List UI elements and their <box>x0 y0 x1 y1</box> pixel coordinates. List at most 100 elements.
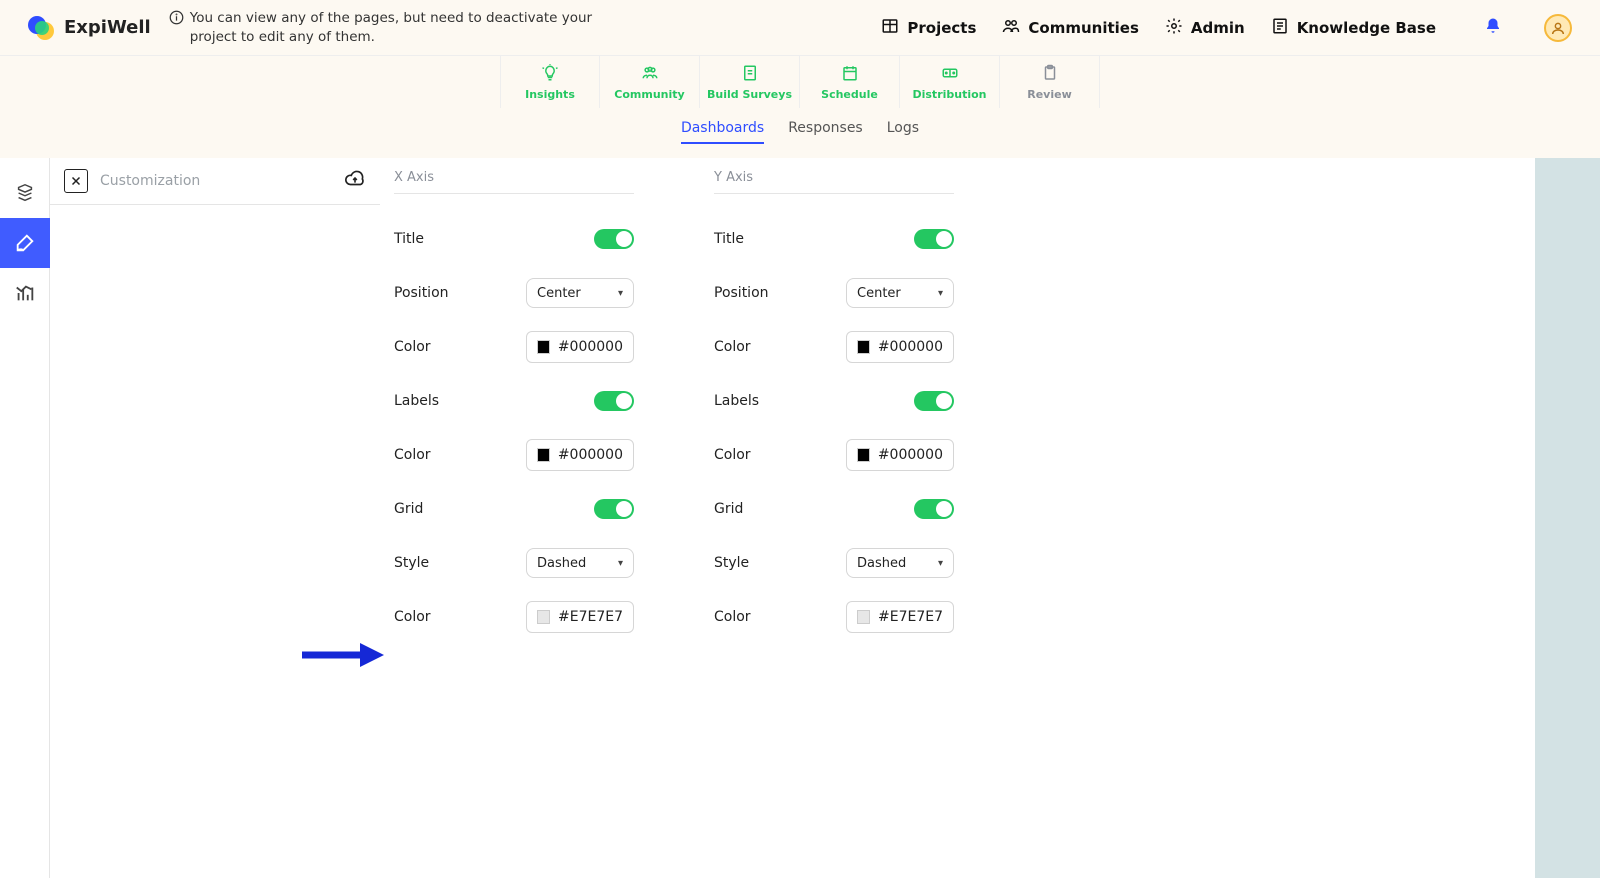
y-labels-color-row: Color #000000 <box>714 428 954 482</box>
y-labels-label: Labels <box>714 393 759 409</box>
y-labels-toggle[interactable] <box>914 391 954 411</box>
user-avatar[interactable] <box>1544 14 1572 42</box>
sidebar-customize[interactable] <box>0 218 50 268</box>
x-title-color-row: Color #000000 <box>394 320 634 374</box>
x-labels-row: Labels <box>394 374 634 428</box>
subtab-responses[interactable]: Responses <box>788 114 863 144</box>
tab-community[interactable]: Community <box>600 56 700 108</box>
nav-communities[interactable]: Communities <box>1002 17 1139 39</box>
admin-icon <box>1165 17 1183 39</box>
tab-insights[interactable]: Insights <box>500 56 600 108</box>
swatch-icon <box>537 448 550 462</box>
x-grid-color-input[interactable]: #E7E7E7 <box>526 601 634 633</box>
nav-communities-label: Communities <box>1028 19 1139 37</box>
review-icon <box>1041 64 1059 86</box>
caret-down-icon: ▾ <box>938 288 943 299</box>
y-grid-toggle[interactable] <box>914 499 954 519</box>
y-labels-color-value: #000000 <box>878 447 943 463</box>
x-position-label: Position <box>394 285 449 301</box>
notifications-icon[interactable] <box>1484 17 1502 39</box>
y-style-select[interactable]: Dashed▾ <box>846 548 954 578</box>
y-grid-color-input[interactable]: #E7E7E7 <box>846 601 954 633</box>
nav-knowledge-base[interactable]: Knowledge Base <box>1271 17 1436 39</box>
y-grid-color-value: #E7E7E7 <box>878 609 943 625</box>
x-labels-toggle[interactable] <box>594 391 634 411</box>
nav-projects[interactable]: Projects <box>881 17 976 39</box>
x-position-select[interactable]: Center ▾ <box>526 278 634 308</box>
swatch-icon <box>537 610 550 624</box>
swatch-icon <box>857 610 870 624</box>
x-grid-color-value: #E7E7E7 <box>558 609 623 625</box>
cloud-upload-icon[interactable] <box>344 168 366 194</box>
tab-distribution-label: Distribution <box>912 88 986 101</box>
swatch-icon <box>857 340 870 354</box>
project-tabs: Insights Community Build Surveys Schedul… <box>0 56 1600 108</box>
caret-down-icon: ▾ <box>618 288 623 299</box>
x-title-color-input[interactable]: #000000 <box>526 331 634 363</box>
close-customization-button[interactable] <box>64 169 88 193</box>
tab-review[interactable]: Review <box>1000 56 1100 108</box>
nav-admin[interactable]: Admin <box>1165 17 1245 39</box>
nav-projects-label: Projects <box>907 19 976 37</box>
y-title-color-input[interactable]: #000000 <box>846 331 954 363</box>
tab-community-label: Community <box>614 88 684 101</box>
y-title-row: Title <box>714 212 954 266</box>
nav-admin-label: Admin <box>1191 19 1245 37</box>
sidebar-analytics[interactable] <box>0 268 50 318</box>
x-axis-header: X Axis <box>394 158 634 194</box>
schedule-icon <box>841 64 859 86</box>
x-style-value: Dashed <box>537 556 586 571</box>
x-labels-color-value: #000000 <box>558 447 623 463</box>
y-grid-color-row: Color #E7E7E7 <box>714 590 954 644</box>
info-banner: You can view any of the pages, but need … <box>169 9 619 45</box>
main: Customization X Axis Title Position <box>0 158 1600 878</box>
x-style-select[interactable]: Dashed ▾ <box>526 548 634 578</box>
tab-schedule[interactable]: Schedule <box>800 56 900 108</box>
x-grid-toggle[interactable] <box>594 499 634 519</box>
x-grid-color-label: Color <box>394 609 431 625</box>
subtabs-wrap: Dashboards Responses Logs <box>0 108 1600 158</box>
subtab-dashboards[interactable]: Dashboards <box>681 114 764 144</box>
y-grid-color-label: Color <box>714 609 751 625</box>
x-style-row: Style Dashed ▾ <box>394 536 634 590</box>
y-labels-color-input[interactable]: #000000 <box>846 439 954 471</box>
subtab-logs[interactable]: Logs <box>887 114 919 144</box>
subtab-dashboards-label: Dashboards <box>681 120 764 136</box>
tab-insights-label: Insights <box>525 88 575 101</box>
y-title-color-value: #000000 <box>878 339 943 355</box>
top-nav: Projects Communities Admin Knowledge Bas… <box>881 14 1572 42</box>
info-text: You can view any of the pages, but need … <box>190 9 619 45</box>
build-icon <box>741 64 759 86</box>
y-style-label: Style <box>714 555 749 571</box>
x-axis-panel: X Axis Title Position Center▾ Color #000… <box>394 158 634 644</box>
community-icon <box>641 64 659 86</box>
y-position-row: Position Center▾ <box>714 266 954 320</box>
x-title-color-value: #000000 <box>558 339 623 355</box>
y-position-select[interactable]: Center ▾ <box>846 278 954 308</box>
x-title-toggle[interactable] <box>594 229 634 249</box>
y-title-color-row: Color #000000 <box>714 320 954 374</box>
y-title-toggle[interactable] <box>914 229 954 249</box>
x-position-value: Center <box>537 286 581 301</box>
subtabs: Dashboards Responses Logs <box>651 108 949 158</box>
sidebar-blocks[interactable] <box>0 168 50 218</box>
caret-down-icon: ▾ <box>618 558 623 569</box>
customization-header: Customization <box>50 158 380 205</box>
x-style-label: Style <box>394 555 429 571</box>
nav-kb-label: Knowledge Base <box>1297 19 1436 37</box>
tab-review-label: Review <box>1027 88 1072 101</box>
x-title-color-label: Color <box>394 339 431 355</box>
kb-icon <box>1271 17 1289 39</box>
y-labels-color-label: Color <box>714 447 751 463</box>
logo[interactable]: ExpiWell <box>28 14 151 42</box>
y-position-value: Center <box>857 286 901 301</box>
tab-build-surveys[interactable]: Build Surveys <box>700 56 800 108</box>
logo-mark-icon <box>28 14 56 42</box>
y-axis-header: Y Axis <box>714 158 954 194</box>
x-grid-color-row: Color #E7E7E7 <box>394 590 634 644</box>
x-labels-color-input[interactable]: #000000 <box>526 439 634 471</box>
y-labels-row: Labels <box>714 374 954 428</box>
y-title-color-label: Color <box>714 339 751 355</box>
tab-distribution[interactable]: Distribution <box>900 56 1000 108</box>
distribution-icon <box>941 64 959 86</box>
